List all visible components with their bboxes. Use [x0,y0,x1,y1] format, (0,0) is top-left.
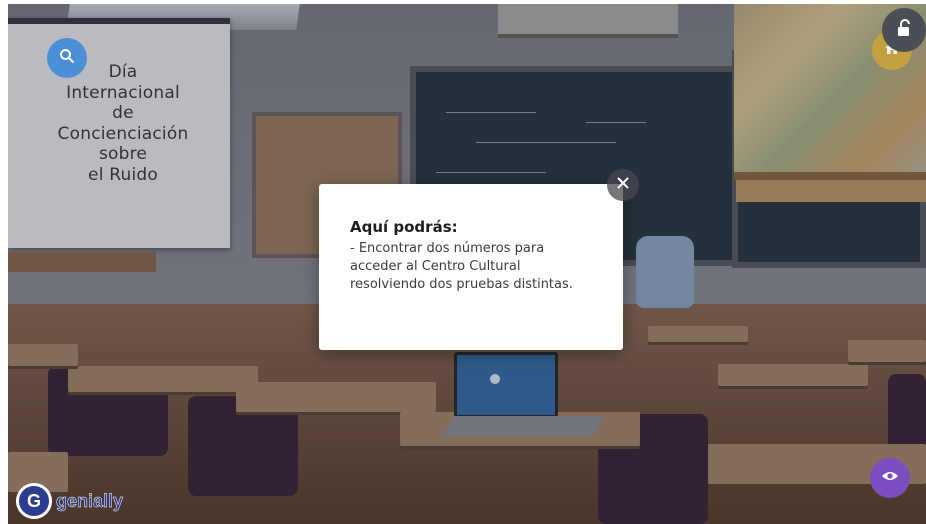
modal-heading: Aquí podrás: [350,218,458,236]
brand-name: genially [56,490,124,511]
genially-brand[interactable]: G genially [16,483,123,519]
search-icon [59,48,75,69]
unlock-button[interactable] [882,8,926,52]
unlock-icon [894,18,914,43]
modal-body-text: - Encontrar dos números para acceder al … [350,241,573,292]
genially-logo-icon: G [16,483,52,519]
eye-icon [881,469,899,487]
info-modal: Aquí podrás: - Encontrar dos números par… [319,184,623,350]
view-button[interactable] [870,458,910,498]
close-icon [617,176,629,194]
close-button[interactable] [607,169,639,201]
search-button[interactable] [47,38,87,78]
